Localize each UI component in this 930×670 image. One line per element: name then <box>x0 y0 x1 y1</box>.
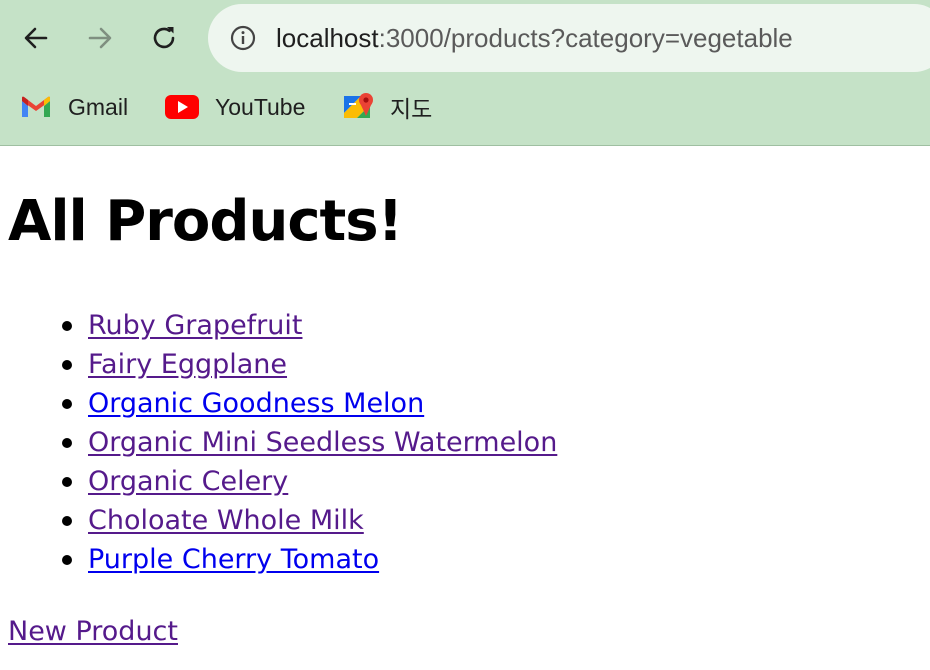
bullet-icon <box>62 555 72 565</box>
bookmark-label: YouTube <box>215 93 306 120</box>
product-list: Ruby Grapefruit Fairy Eggplane Organic G… <box>62 306 557 579</box>
product-link[interactable]: Ruby Grapefruit <box>88 310 302 341</box>
list-item: Organic Mini Seedless Watermelon <box>62 423 557 462</box>
list-item: Fairy Eggplane <box>62 345 557 384</box>
page-title: All Products! <box>8 189 403 254</box>
bookmark-youtube[interactable]: YouTube <box>165 90 305 124</box>
address-bar[interactable]: localhost:3000/products?category=vegetab… <box>208 4 930 72</box>
forward-arrow-icon <box>88 27 112 49</box>
browser-toolbar: localhost:3000/products?category=vegetab… <box>0 0 930 146</box>
back-button[interactable] <box>17 19 55 57</box>
bullet-icon <box>62 360 72 370</box>
product-link[interactable]: Purple Cherry Tomato <box>88 544 379 575</box>
bullet-icon <box>62 516 72 526</box>
forward-button[interactable] <box>81 19 119 57</box>
bullet-icon <box>62 321 72 331</box>
bookmark-gmail[interactable]: Gmail <box>20 90 128 124</box>
youtube-icon <box>165 95 199 119</box>
list-item: Choloate Whole Milk <box>62 501 557 540</box>
list-item: Organic Celery <box>62 462 557 501</box>
back-arrow-icon <box>24 27 48 49</box>
product-link[interactable]: Organic Goodness Melon <box>88 388 424 419</box>
url-host: localhost <box>276 23 379 53</box>
gmail-icon <box>22 96 50 117</box>
new-product-link[interactable]: New Product <box>8 612 178 651</box>
bullet-icon <box>62 477 72 487</box>
product-link[interactable]: Fairy Eggplane <box>88 349 287 380</box>
reload-icon <box>153 27 175 49</box>
url-text[interactable]: localhost:3000/products?category=vegetab… <box>276 23 793 53</box>
list-item: Purple Cherry Tomato <box>62 540 557 579</box>
product-link[interactable]: Organic Mini Seedless Watermelon <box>88 427 557 458</box>
site-info-icon[interactable] <box>230 25 256 51</box>
page-content: All Products! Ruby Grapefruit Fairy Eggp… <box>0 146 930 670</box>
bookmark-maps[interactable]: 지도 <box>344 90 432 124</box>
bookmark-label: 지도 <box>390 96 433 122</box>
google-maps-icon <box>344 93 373 118</box>
reload-button[interactable] <box>145 19 183 57</box>
product-link[interactable]: Organic Celery <box>88 466 288 497</box>
bullet-icon <box>62 438 72 448</box>
list-item: Ruby Grapefruit <box>62 306 557 345</box>
bookmark-label: Gmail <box>68 93 129 120</box>
bullet-icon <box>62 399 72 409</box>
product-link[interactable]: Choloate Whole Milk <box>88 505 364 536</box>
list-item: Organic Goodness Melon <box>62 384 557 423</box>
url-path: :3000/products?category=vegetable <box>378 23 793 53</box>
